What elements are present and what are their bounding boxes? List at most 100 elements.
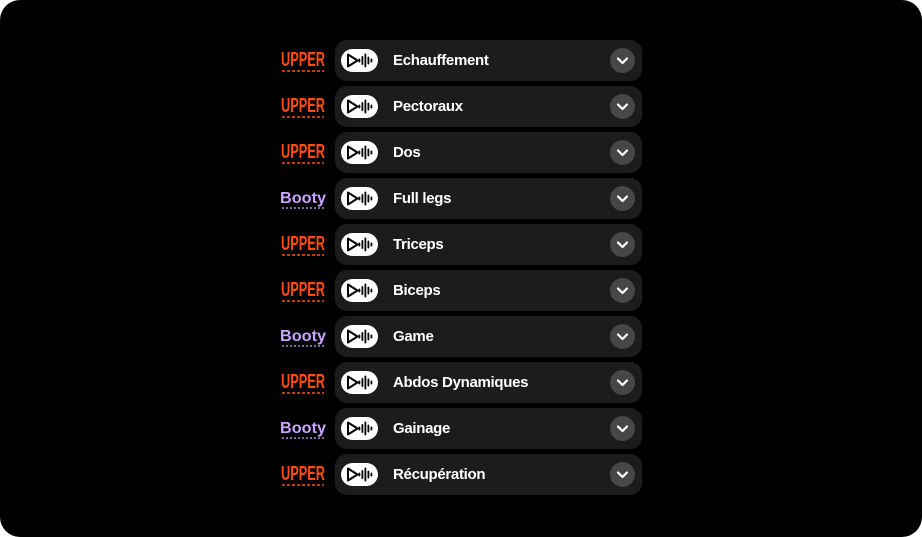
- play-waveform-icon: [347, 53, 373, 68]
- chevron-down-icon: [616, 425, 629, 433]
- play-waveform-icon: [347, 99, 373, 114]
- play-audio-button[interactable]: [341, 95, 378, 118]
- workout-label: Triceps: [393, 236, 444, 253]
- workout-pill[interactable]: Pectoraux: [335, 86, 642, 127]
- workout-row-1[interactable]: UPPER Echauffement: [278, 40, 642, 81]
- workout-pill[interactable]: Abdos Dynamiques: [335, 362, 642, 403]
- workout-pill[interactable]: Full legs: [335, 178, 642, 219]
- svg-text:UPPER: UPPER: [281, 279, 325, 301]
- workout-row-3[interactable]: UPPER Dos: [278, 132, 642, 173]
- workout-list: UPPER Echauffement UPPER Pectoraux UPPER…: [278, 40, 642, 500]
- workout-pill[interactable]: Gainage: [335, 408, 642, 449]
- workout-row-9[interactable]: Booty Gainage: [278, 408, 642, 449]
- upper-logo: UPPER: [281, 141, 325, 164]
- expand-button[interactable]: [610, 186, 635, 211]
- play-waveform-icon: [347, 191, 373, 206]
- brand-logo: Booty: [278, 184, 328, 214]
- brand-logo: UPPER: [278, 460, 328, 490]
- workout-label: Abdos Dynamiques: [393, 374, 529, 391]
- app-frame: UPPER Echauffement UPPER Pectoraux UPPER…: [0, 0, 922, 537]
- expand-button[interactable]: [610, 140, 635, 165]
- chevron-down-icon: [616, 195, 629, 203]
- brand-logo: Booty: [278, 414, 328, 444]
- workout-label: Gainage: [393, 420, 451, 437]
- workout-label: Dos: [393, 144, 421, 161]
- upper-logo: UPPER: [281, 233, 325, 256]
- workout-pill[interactable]: Triceps: [335, 224, 642, 265]
- brand-logo: UPPER: [278, 276, 328, 306]
- chevron-down-icon: [616, 379, 629, 387]
- play-waveform-icon: [347, 421, 373, 436]
- workout-row-7[interactable]: Booty Game: [278, 316, 642, 357]
- expand-button[interactable]: [610, 462, 635, 487]
- workout-label: Game: [393, 328, 434, 345]
- expand-button[interactable]: [610, 232, 635, 257]
- workout-label: Récupération: [393, 466, 486, 483]
- expand-button[interactable]: [610, 324, 635, 349]
- workout-pill[interactable]: Dos: [335, 132, 642, 173]
- workout-pill[interactable]: Récupération: [335, 454, 642, 495]
- expand-button[interactable]: [610, 278, 635, 303]
- brand-logo: UPPER: [278, 368, 328, 398]
- booty-logo: Booty: [280, 420, 326, 439]
- play-waveform-icon: [347, 145, 373, 160]
- play-audio-button[interactable]: [341, 187, 378, 210]
- brand-logo: UPPER: [278, 138, 328, 168]
- chevron-down-icon: [616, 471, 629, 479]
- play-waveform-icon: [347, 329, 373, 344]
- workout-row-5[interactable]: UPPER Triceps: [278, 224, 642, 265]
- svg-text:UPPER: UPPER: [281, 371, 325, 393]
- workout-label: Echauffement: [393, 52, 489, 69]
- play-audio-button[interactable]: [341, 279, 378, 302]
- svg-text:UPPER: UPPER: [281, 95, 325, 117]
- brand-logo: Booty: [278, 322, 328, 352]
- play-audio-button[interactable]: [341, 463, 378, 486]
- booty-logo: Booty: [280, 328, 326, 347]
- workout-pill[interactable]: Game: [335, 316, 642, 357]
- upper-logo: UPPER: [281, 49, 325, 72]
- chevron-down-icon: [616, 57, 629, 65]
- play-audio-button[interactable]: [341, 371, 378, 394]
- play-waveform-icon: [347, 467, 373, 482]
- chevron-down-icon: [616, 287, 629, 295]
- workout-row-2[interactable]: UPPER Pectoraux: [278, 86, 642, 127]
- svg-text:UPPER: UPPER: [281, 141, 325, 163]
- workout-label: Pectoraux: [393, 98, 463, 115]
- workout-pill[interactable]: Echauffement: [335, 40, 642, 81]
- upper-logo: UPPER: [281, 95, 325, 118]
- play-waveform-icon: [347, 237, 373, 252]
- play-waveform-icon: [347, 375, 373, 390]
- chevron-down-icon: [616, 241, 629, 249]
- expand-button[interactable]: [610, 94, 635, 119]
- play-audio-button[interactable]: [341, 141, 378, 164]
- svg-text:UPPER: UPPER: [281, 233, 325, 255]
- brand-logo: UPPER: [278, 230, 328, 260]
- play-audio-button[interactable]: [341, 233, 378, 256]
- expand-button[interactable]: [610, 48, 635, 73]
- upper-logo: UPPER: [281, 279, 325, 302]
- workout-row-10[interactable]: UPPER Récupération: [278, 454, 642, 495]
- workout-row-8[interactable]: UPPER Abdos Dynamiques: [278, 362, 642, 403]
- brand-logo: UPPER: [278, 46, 328, 76]
- play-audio-button[interactable]: [341, 417, 378, 440]
- play-audio-button[interactable]: [341, 325, 378, 348]
- chevron-down-icon: [616, 149, 629, 157]
- svg-text:UPPER: UPPER: [281, 49, 325, 71]
- brand-logo: UPPER: [278, 92, 328, 122]
- workout-pill[interactable]: Biceps: [335, 270, 642, 311]
- svg-text:Booty: Booty: [280, 420, 326, 437]
- svg-text:Booty: Booty: [280, 190, 326, 207]
- workout-row-6[interactable]: UPPER Biceps: [278, 270, 642, 311]
- play-waveform-icon: [347, 283, 373, 298]
- play-audio-button[interactable]: [341, 49, 378, 72]
- upper-logo: UPPER: [281, 463, 325, 486]
- chevron-down-icon: [616, 333, 629, 341]
- upper-logo: UPPER: [281, 371, 325, 394]
- booty-logo: Booty: [280, 190, 326, 209]
- workout-label: Full legs: [393, 190, 452, 207]
- chevron-down-icon: [616, 103, 629, 111]
- svg-text:Booty: Booty: [280, 328, 326, 345]
- expand-button[interactable]: [610, 416, 635, 441]
- expand-button[interactable]: [610, 370, 635, 395]
- workout-row-4[interactable]: Booty Full legs: [278, 178, 642, 219]
